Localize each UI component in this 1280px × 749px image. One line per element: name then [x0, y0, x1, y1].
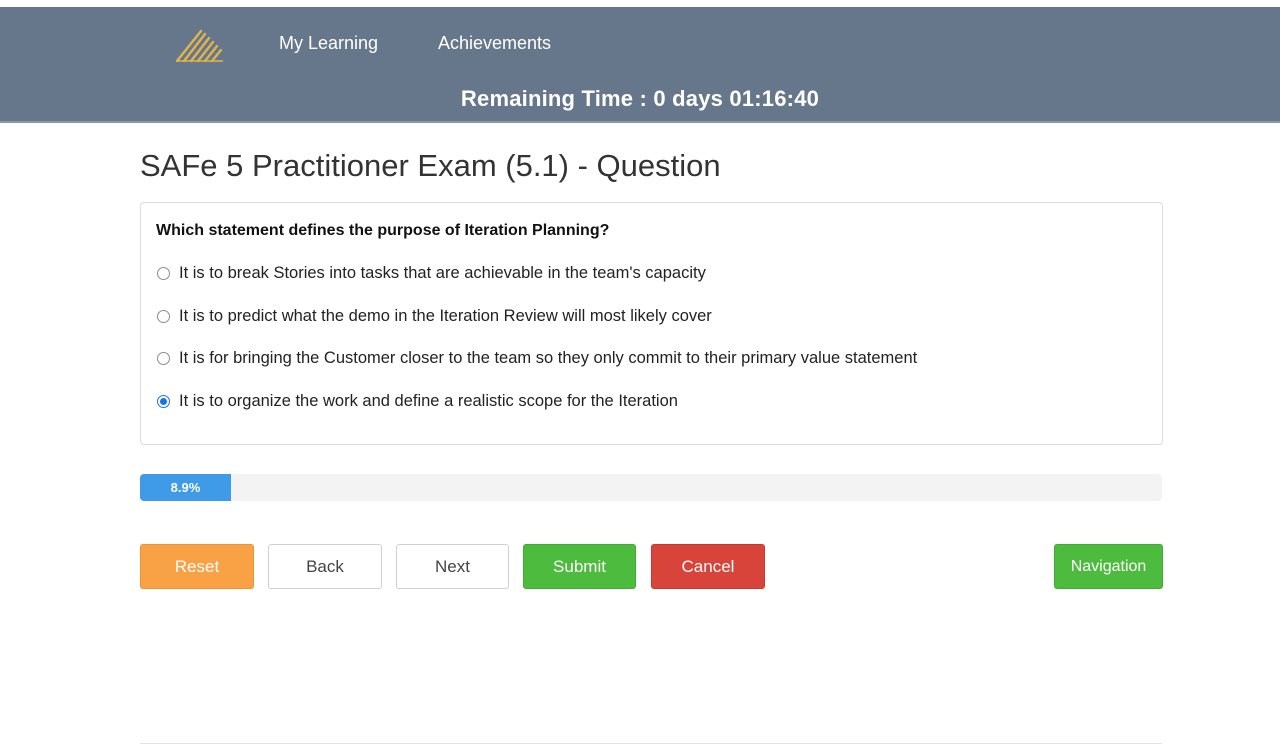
top-navbar: My Learning Achievements Remaining Time … — [0, 7, 1280, 123]
answer-option-label: It is for bringing the Customer closer t… — [179, 348, 918, 367]
stripes-logo-icon[interactable] — [174, 25, 226, 63]
radio-button[interactable] — [157, 309, 170, 323]
radio-button[interactable] — [157, 394, 170, 408]
remaining-time: Remaining Time : 0 days 01:16:40 — [460, 86, 820, 111]
next-button[interactable]: Next — [396, 544, 509, 589]
question-text: Which statement defines the purpose of I… — [156, 222, 610, 239]
answer-option-2[interactable]: It is to predict what the demo in the It… — [157, 305, 712, 327]
answer-option-label: It is to organize the work and define a … — [179, 391, 678, 410]
back-button[interactable]: Back — [268, 544, 382, 589]
submit-button[interactable]: Submit — [523, 544, 636, 589]
navigation-button[interactable]: Navigation — [1054, 544, 1163, 589]
answer-option-label: It is to predict what the demo in the It… — [179, 306, 712, 325]
answer-option-label: It is to break Stories into tasks that a… — [179, 263, 706, 282]
answer-option-3[interactable]: It is for bringing the Customer closer t… — [157, 347, 917, 369]
page-title: SAFe 5 Practitioner Exam (5.1) - Questio… — [140, 148, 721, 183]
top-strip — [0, 0, 1280, 7]
answer-option-4[interactable]: It is to organize the work and define a … — [157, 390, 678, 412]
progress-bar: 8.9% — [140, 474, 1162, 501]
radio-button[interactable] — [157, 266, 170, 280]
answer-option-1[interactable]: It is to break Stories into tasks that a… — [157, 262, 706, 284]
nav-link-my-learning[interactable]: My Learning — [279, 33, 378, 54]
reset-button[interactable]: Reset — [140, 544, 254, 589]
nav-link-achievements[interactable]: Achievements — [438, 33, 551, 54]
radio-button[interactable] — [157, 351, 170, 365]
cancel-button[interactable]: Cancel — [651, 544, 765, 589]
progress-fill: 8.9% — [140, 474, 231, 501]
footer-divider — [140, 743, 1162, 744]
question-panel: Which statement defines the purpose of I… — [140, 202, 1163, 445]
